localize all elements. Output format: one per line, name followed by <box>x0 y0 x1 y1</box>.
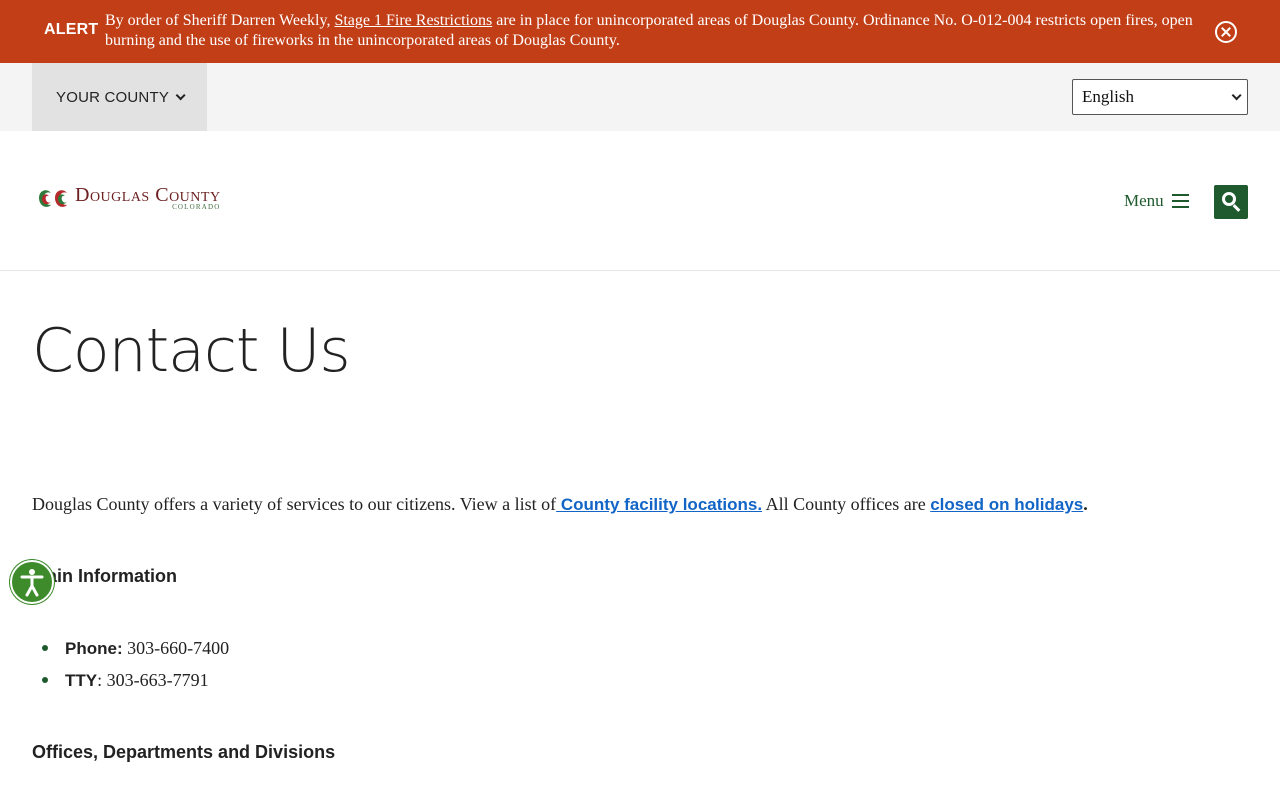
list-item: Phone: 303-660-7400 <box>40 636 229 668</box>
alert-label: ALERT <box>44 21 99 38</box>
tty-label: TTY <box>65 671 98 690</box>
chevron-down-icon <box>1231 89 1242 100</box>
accessibility-button[interactable] <box>10 560 54 604</box>
alert-message: By order of Sheriff Darren Weekly, Stage… <box>105 11 1205 51</box>
fire-restrictions-link[interactable]: Stage 1 Fire Restrictions <box>334 12 492 29</box>
menu-label: Menu <box>1124 191 1164 210</box>
intro-text: Douglas County offers a variety of servi… <box>32 494 557 514</box>
your-county-label: YOUR COUNTY <box>56 88 170 106</box>
alert-text-before: By order of Sheriff Darren Weekly, <box>105 12 335 29</box>
language-select[interactable]: English <box>1072 79 1248 115</box>
facility-locations-link[interactable]: County facility locations. <box>556 495 762 514</box>
intro-end: . <box>1083 494 1088 514</box>
accessibility-icon <box>20 569 44 597</box>
your-county-dropdown[interactable]: YOUR COUNTY <box>32 63 207 131</box>
tty-value: : 303-663-7791 <box>97 670 209 690</box>
phone-value: 303-660-7400 <box>122 638 230 658</box>
language-selected-value: English <box>1082 87 1134 106</box>
offices-heading: Offices, Departments and Divisions <box>32 742 336 762</box>
county-logo[interactable]: Douglas County COLORADO <box>35 184 221 212</box>
contact-list: Phone: 303-660-7400 TTY: 303-663-7791 <box>40 636 229 700</box>
utility-bar: YOUR COUNTY English <box>0 63 1280 131</box>
menu-button[interactable]: Menu <box>1124 191 1189 211</box>
holidays-link[interactable]: closed on holidays <box>930 495 1083 514</box>
intro-mid-text: All County offices are <box>762 494 931 514</box>
list-item: TTY: 303-663-7791 <box>40 668 229 700</box>
site-header: Douglas County COLORADO Menu <box>0 131 1280 271</box>
chevron-down-icon <box>175 89 186 100</box>
search-button[interactable] <box>1214 185 1248 219</box>
intro-paragraph: Douglas County offers a variety of servi… <box>32 494 1248 515</box>
logo-mark-icon <box>39 190 68 207</box>
alert-banner: ALERT By order of Sheriff Darren Weekly,… <box>0 0 1280 63</box>
hamburger-icon <box>1171 194 1189 208</box>
phone-label: Phone: <box>65 639 123 658</box>
close-icon[interactable] <box>1215 21 1237 43</box>
page-title: Contact Us <box>32 316 351 386</box>
